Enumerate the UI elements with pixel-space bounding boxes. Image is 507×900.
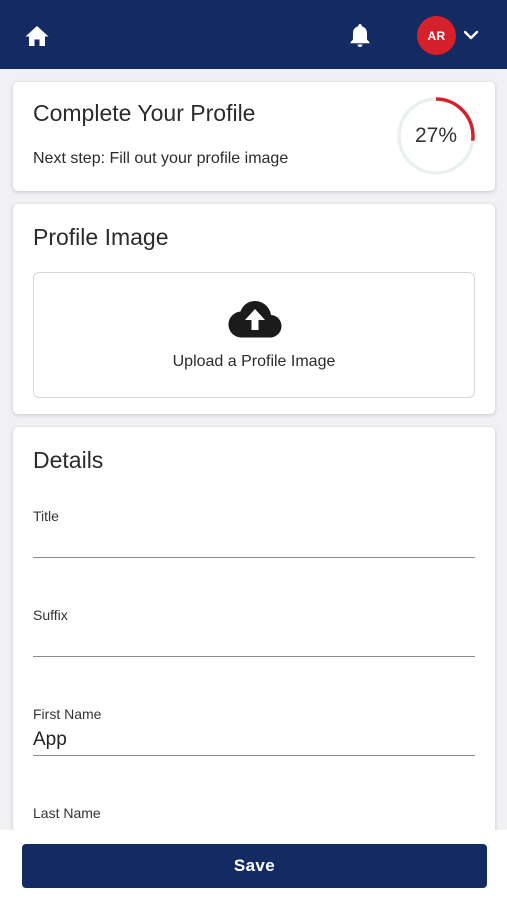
suffix-label: Suffix (33, 607, 68, 623)
next-step-text: Next step: Fill out your profile image (33, 150, 289, 167)
chevron-down-icon (463, 30, 479, 40)
progress-percent: 27% (414, 124, 458, 147)
details-card: Details Title Suffix First Name Last Nam… (13, 427, 495, 855)
account-menu-button[interactable] (461, 25, 481, 45)
title-field: Title (33, 508, 475, 568)
home-button[interactable] (22, 22, 52, 50)
profile-image-card: Profile Image Upload a Profile Image (13, 204, 495, 414)
suffix-input[interactable] (33, 625, 475, 657)
profile-image-title: Profile Image (33, 224, 169, 250)
avatar[interactable]: AR (417, 16, 456, 55)
bottom-action-bar: Save (0, 830, 507, 900)
title-label: Title (33, 508, 59, 524)
upload-profile-image-button[interactable]: Upload a Profile Image (33, 272, 475, 398)
top-app-bar: AR (0, 0, 507, 69)
title-input[interactable] (33, 526, 475, 558)
first-name-input[interactable] (33, 724, 475, 756)
bell-icon (350, 24, 370, 47)
upload-label: Upload a Profile Image (172, 353, 336, 370)
home-icon (25, 26, 49, 46)
profile-progress-card: Complete Your Profile Next step: Fill ou… (13, 82, 495, 191)
cloud-upload-icon (228, 301, 282, 338)
first-name-field: First Name (33, 706, 475, 766)
details-title: Details (33, 447, 104, 473)
suffix-field: Suffix (33, 607, 475, 667)
notifications-button[interactable] (345, 20, 375, 50)
last-name-label: Last Name (33, 805, 101, 821)
first-name-label: First Name (33, 706, 102, 722)
progress-title: Complete Your Profile (33, 100, 256, 126)
save-button[interactable]: Save (22, 844, 487, 888)
